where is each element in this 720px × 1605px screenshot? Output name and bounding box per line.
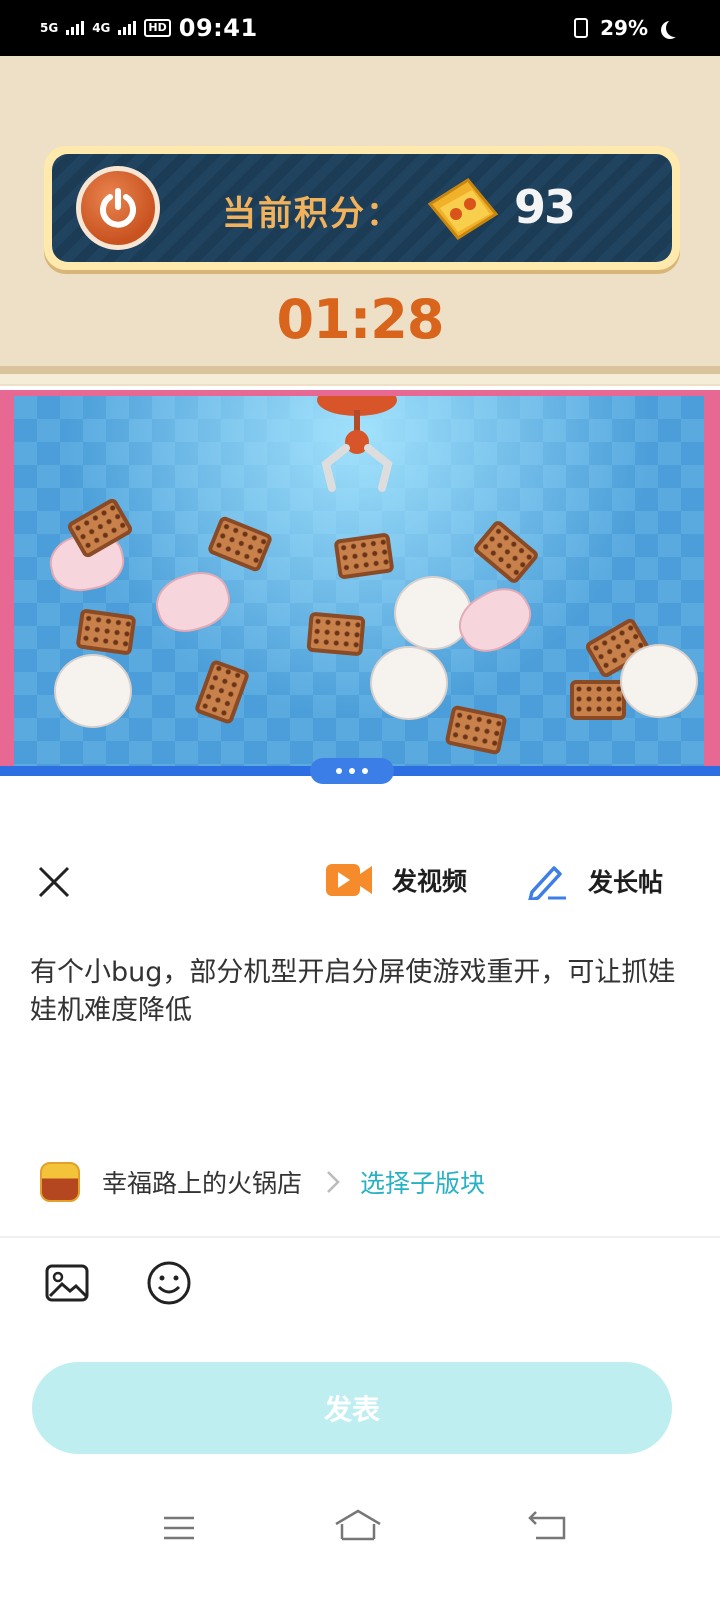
- clock: 09:41: [178, 14, 258, 42]
- drag-handle[interactable]: [310, 758, 394, 784]
- claw-machine[interactable]: [0, 390, 720, 776]
- signal-icon: [66, 21, 85, 35]
- post-composer: 发视频 发长帖 有个小bug，部分机型开启分屏使游戏重开，可让抓娃娃机难度降低 …: [0, 784, 720, 1605]
- game-divider: [0, 366, 720, 374]
- score-value: 93: [514, 180, 576, 234]
- back-icon[interactable]: [528, 1510, 568, 1542]
- score-panel-inner: 当前积分： 93: [52, 154, 672, 262]
- biscuit-toy: [306, 611, 366, 657]
- home-icon[interactable]: [334, 1508, 382, 1542]
- status-left: 5G 4G HD 09:41: [40, 14, 258, 42]
- status-right: 29%: [574, 16, 684, 40]
- network-5g-label: 5G: [40, 21, 59, 35]
- forum-selector[interactable]: 幸福路上的火锅店 选择子版块: [40, 1160, 485, 1204]
- biscuit-toy: [75, 608, 137, 656]
- game-header: 当前积分： 93 01:28: [0, 56, 720, 386]
- moon-icon: [666, 19, 684, 37]
- claw-icon: [317, 396, 397, 492]
- forum-name: 幸福路上的火锅店: [102, 1169, 303, 1198]
- video-icon: [326, 864, 372, 896]
- close-icon[interactable]: [36, 864, 72, 900]
- long-post-label: 发长帖: [588, 868, 664, 897]
- biscuit-toy: [206, 514, 274, 574]
- bear-toy: [620, 644, 698, 718]
- power-button[interactable]: [76, 166, 160, 250]
- system-nav-bar: [0, 1484, 720, 1605]
- screen: 5G 4G HD 09:41 29% 当前积分： 93 01:28 发视频 发长…: [0, 0, 720, 1605]
- bunny-toy: [149, 563, 237, 641]
- battery-level: 29%: [600, 16, 648, 40]
- biscuit-toy: [193, 658, 251, 726]
- status-bar: 5G 4G HD 09:41 29%: [0, 0, 720, 56]
- bear-toy: [394, 576, 472, 650]
- publish-button[interactable]: 发表: [32, 1362, 672, 1454]
- select-subforum-link[interactable]: 选择子版块: [360, 1164, 485, 1200]
- long-post-button[interactable]: 发长帖: [526, 862, 663, 900]
- vibrate-icon: [574, 18, 589, 38]
- hd-badge: HD: [144, 19, 171, 37]
- countdown-timer: 01:28: [276, 288, 445, 351]
- post-text-input[interactable]: 有个小bug，部分机型开启分屏使游戏重开，可让抓娃娃机难度降低: [30, 954, 690, 1030]
- score-label: 当前积分：: [222, 194, 402, 234]
- chevron-right-icon: [327, 1171, 340, 1193]
- score-panel: 当前积分： 93: [44, 146, 680, 270]
- biscuit-toy: [444, 704, 508, 756]
- menu-icon[interactable]: [162, 1514, 196, 1542]
- network-4g-label: 4G: [92, 21, 111, 35]
- bear-toy: [54, 654, 132, 728]
- power-icon: [100, 188, 136, 228]
- bear-toy: [370, 646, 448, 720]
- pen-icon: [528, 866, 566, 900]
- biscuit-toy: [570, 680, 626, 720]
- signal-icon-2: [118, 21, 137, 35]
- emoji-icon[interactable]: [146, 1260, 192, 1306]
- biscuit-toy: [333, 532, 395, 580]
- forum-app-icon: [40, 1162, 80, 1202]
- ticket-icon: [427, 178, 499, 240]
- game-divider-light: [0, 374, 720, 384]
- biscuit-toy: [471, 518, 541, 586]
- divider: [0, 1236, 720, 1238]
- claw-machine-window[interactable]: [14, 396, 704, 768]
- post-video-label: 发视频: [392, 867, 468, 896]
- image-icon[interactable]: [44, 1260, 90, 1306]
- post-video-button[interactable]: 发视频: [326, 862, 467, 898]
